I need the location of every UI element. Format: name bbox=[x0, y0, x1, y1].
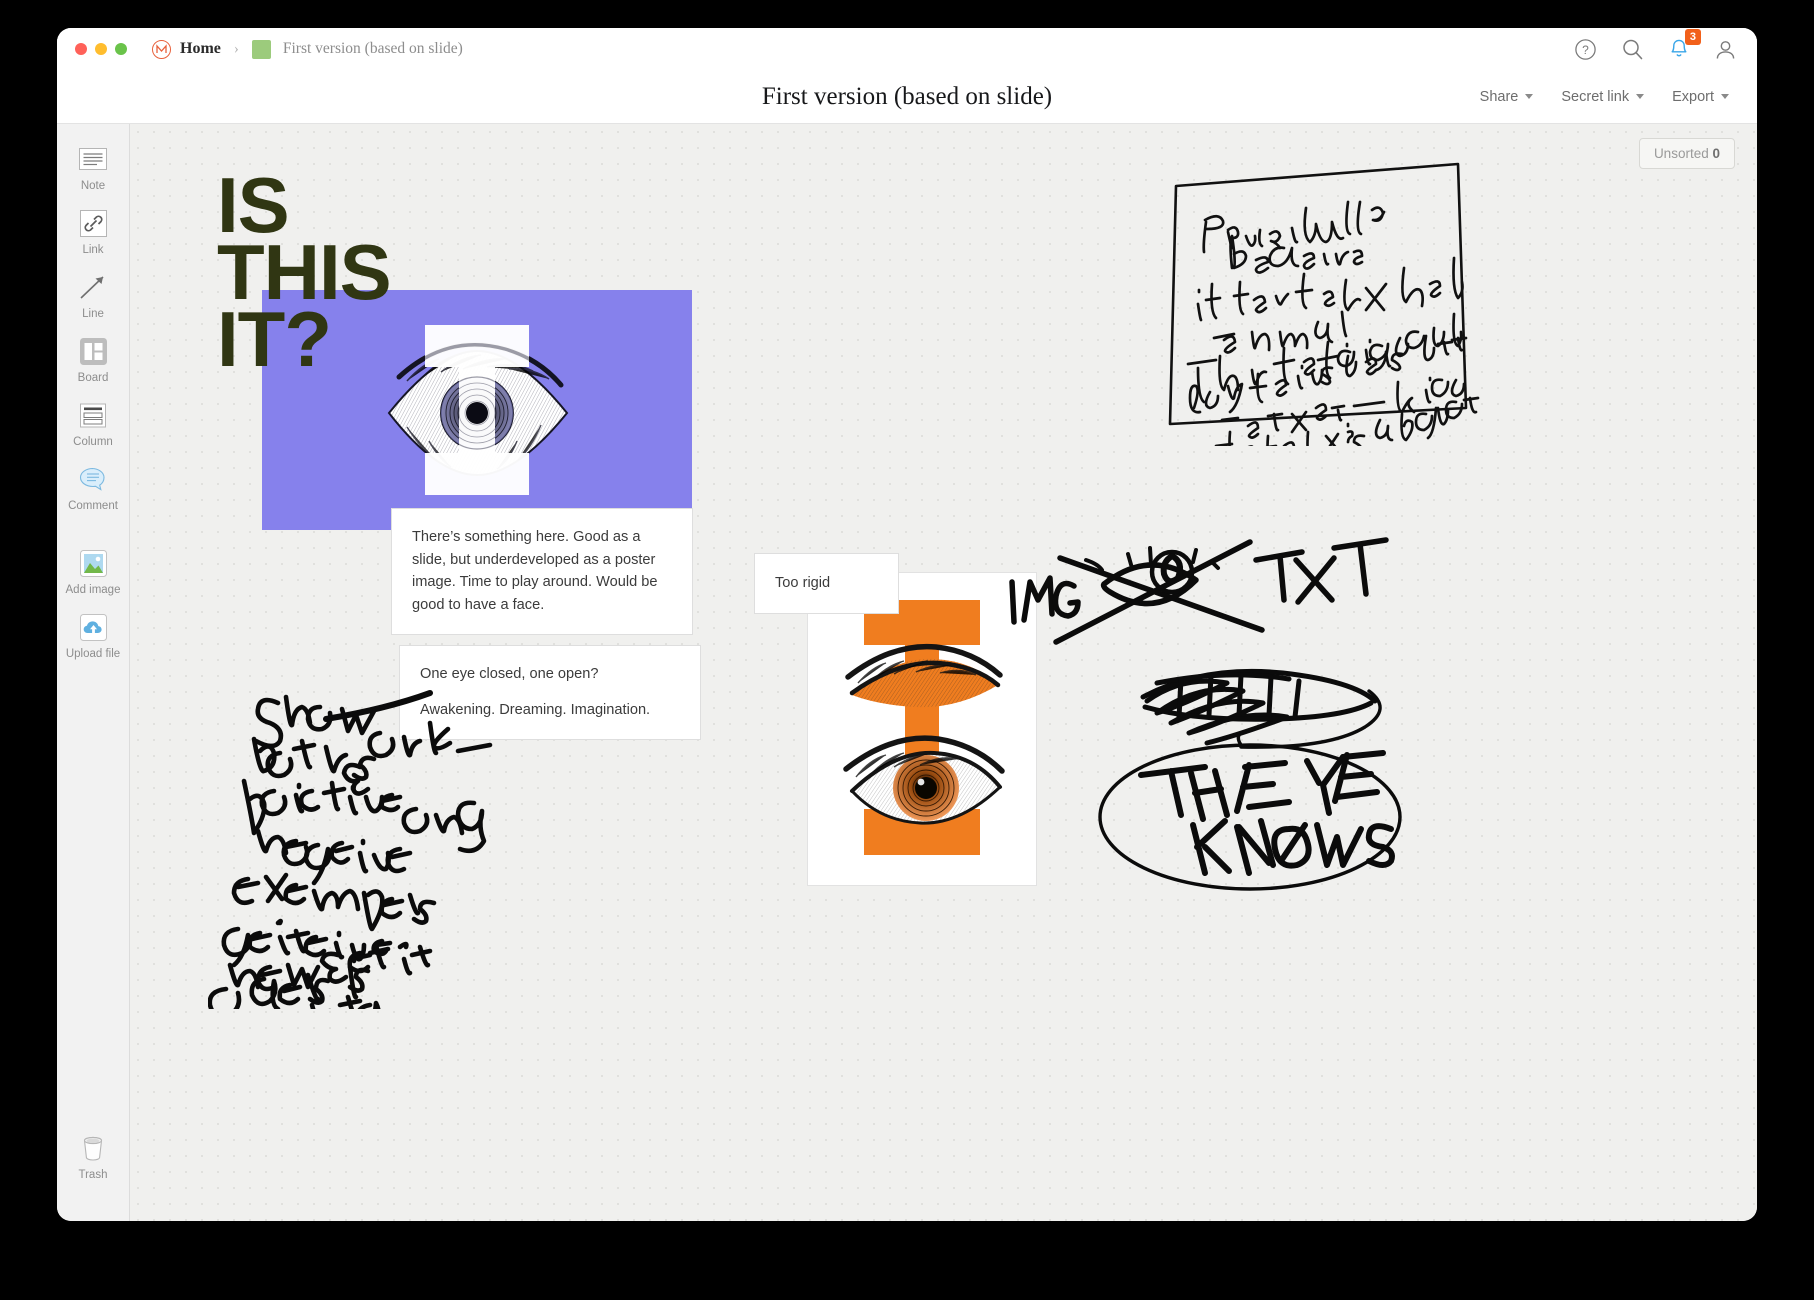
column-stack-icon bbox=[76, 398, 110, 432]
chevron-down-icon bbox=[1721, 94, 1729, 99]
secret-link-button[interactable]: Secret link bbox=[1561, 88, 1645, 105]
note-text: Too rigid bbox=[775, 575, 831, 591]
unsorted-count: 0 bbox=[1712, 146, 1720, 161]
chevron-down-icon bbox=[1636, 94, 1645, 99]
breadcrumb-separator: › bbox=[233, 40, 239, 57]
svg-text:?: ? bbox=[1582, 43, 1589, 57]
page-headline: IS THIS IT? bbox=[217, 161, 392, 384]
share-label: Share bbox=[1479, 88, 1519, 105]
note-lines-icon bbox=[76, 142, 110, 176]
app-window: Home › First version (based on slide) ? … bbox=[57, 28, 1757, 1221]
sidebar-item-trash[interactable]: Trash bbox=[57, 1131, 130, 1181]
speech-bubble-icon bbox=[76, 462, 110, 496]
workspace-body: Note Link Line Board Column Comment Add … bbox=[57, 124, 1757, 1221]
orange-poster-card[interactable] bbox=[807, 572, 1037, 886]
help-icon[interactable]: ? bbox=[1574, 38, 1597, 61]
unsorted-label: Unsorted bbox=[1653, 146, 1709, 161]
tool-sidebar: Note Link Line Board Column Comment Add … bbox=[57, 124, 130, 1221]
orange-poster-artwork bbox=[843, 600, 1005, 855]
unsorted-chip[interactable]: Unsorted 0 bbox=[1638, 138, 1735, 169]
picture-icon bbox=[76, 546, 110, 580]
sidebar-label-board: Board bbox=[77, 372, 109, 384]
note-text-line-1: One eye closed, one open? bbox=[420, 666, 599, 682]
handwritten-img-txt-eye-crossout bbox=[1009, 537, 1389, 645]
sidebar-label-link: Link bbox=[82, 244, 104, 256]
breadcrumb-current-board: First version (based on slide) bbox=[282, 40, 463, 57]
sidebar-item-line[interactable]: Line bbox=[57, 270, 130, 320]
sidebar-item-board[interactable]: Board bbox=[57, 334, 130, 384]
window-traffic-lights bbox=[75, 43, 127, 55]
note-text: There’s something here. Good as a slide,… bbox=[412, 529, 658, 613]
board-canvas[interactable]: Unsorted 0 IS THIS IT? There’s something… bbox=[130, 124, 1757, 1221]
document-actions: Share Secret link Export bbox=[1480, 89, 1757, 105]
secret-link-label: Secret link bbox=[1561, 88, 1630, 105]
note-one-eye-closed[interactable]: One eye closed, one open? Awakening. Dre… bbox=[399, 645, 701, 741]
sidebar-item-link[interactable]: Link bbox=[57, 206, 130, 256]
sidebar-label-line: Line bbox=[82, 308, 104, 320]
maximize-window-button[interactable] bbox=[115, 43, 127, 55]
sidebar-item-note[interactable]: Note bbox=[57, 142, 130, 192]
share-button[interactable]: Share bbox=[1480, 89, 1534, 105]
export-label: Export bbox=[1672, 88, 1714, 105]
sidebar-item-add-image[interactable]: Add image bbox=[57, 546, 130, 596]
sidebar-item-upload-file[interactable]: Upload file bbox=[57, 610, 130, 660]
purple-poster-artwork bbox=[387, 325, 569, 495]
title-bar: Home › First version (based on slide) ? … bbox=[57, 28, 1757, 70]
close-window-button[interactable] bbox=[75, 43, 87, 55]
breadcrumb-board-swatch bbox=[251, 39, 271, 59]
sidebar-label-add-image: Add image bbox=[65, 584, 121, 596]
search-icon[interactable] bbox=[1621, 38, 1644, 61]
note-there-is-something-here[interactable]: There’s something here. Good as a slide,… bbox=[391, 508, 693, 636]
note-too-rigid[interactable]: Too rigid bbox=[754, 553, 899, 614]
handwritten-the-eye-knows bbox=[1098, 668, 1402, 891]
diagonal-arrow-icon bbox=[76, 270, 110, 304]
title-bar-actions: ? 3 bbox=[1574, 28, 1737, 61]
sidebar-label-note: Note bbox=[80, 180, 106, 192]
export-button[interactable]: Export bbox=[1672, 89, 1729, 105]
trash-bin-icon bbox=[76, 1131, 110, 1165]
sidebar-label-upload-file: Upload file bbox=[65, 648, 121, 660]
sidebar-label-comment: Comment bbox=[68, 500, 118, 512]
cloud-upload-icon bbox=[76, 610, 110, 644]
document-header: First version (based on slide) Share Sec… bbox=[57, 70, 1757, 124]
board-panels-icon bbox=[76, 334, 110, 368]
milanote-logo-icon[interactable] bbox=[152, 39, 171, 59]
sidebar-label-column: Column bbox=[73, 436, 113, 448]
note-text-line-2: Awakening. Dreaming. Imagination. bbox=[420, 701, 651, 718]
chain-link-icon bbox=[76, 206, 110, 240]
notifications-bell-icon[interactable]: 3 bbox=[1668, 28, 1701, 61]
sidebar-label-trash: Trash bbox=[78, 1169, 108, 1181]
notifications-badge: 3 bbox=[1684, 28, 1701, 45]
breadcrumb-home-link[interactable]: Home bbox=[180, 40, 221, 58]
sidebar-item-column[interactable]: Column bbox=[57, 398, 130, 448]
chevron-down-icon bbox=[1525, 94, 1534, 99]
user-avatar-icon[interactable] bbox=[1714, 38, 1737, 61]
handwritten-memo-poster-would-be-easier bbox=[1168, 162, 1480, 446]
minimize-window-button[interactable] bbox=[95, 43, 107, 55]
sidebar-item-comment[interactable]: Comment bbox=[57, 462, 130, 512]
